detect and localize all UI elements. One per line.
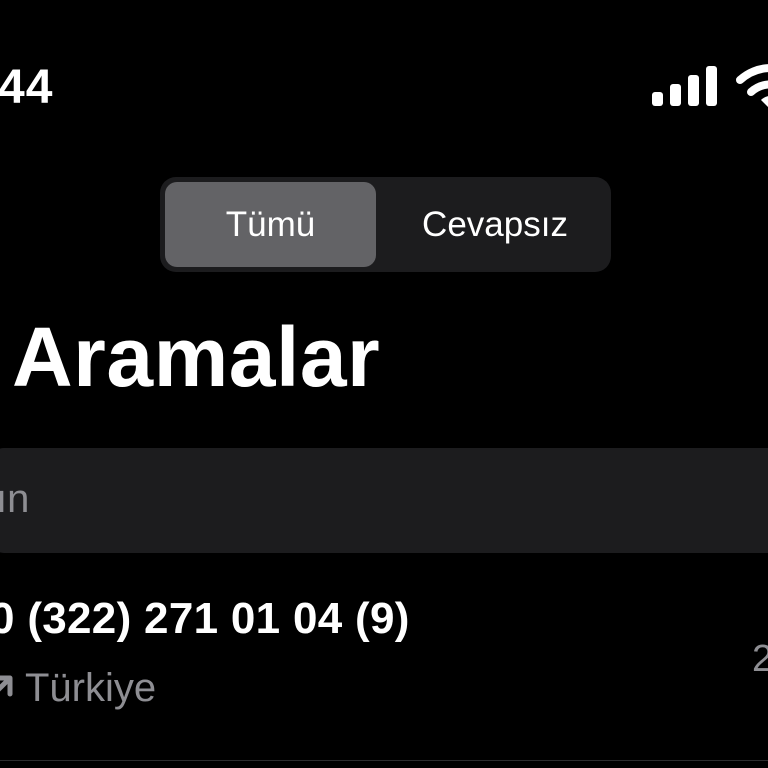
wifi-icon [736,64,768,107]
outgoing-call-icon [0,675,13,697]
status-bar-time: 44 [0,61,54,114]
call-row-location: Türkiye [25,666,157,710]
segment-missed[interactable]: Cevapsız [376,182,606,267]
search-placeholder: ın [0,477,30,521]
page-title: Aramalar [12,310,381,404]
call-number-prefix: 0 [0,594,15,643]
segment-all[interactable]: Tümü [165,182,376,267]
cellular-signal-icon [652,66,717,106]
phone-recents-screen: 44 Tümü Cevapsız Aramalar ın 0 (322) 271… [0,0,768,768]
call-row-date: 2 [752,638,768,680]
call-number-main: (322) 271 01 04 (9) [27,594,410,643]
calls-filter-segmented-control: Tümü Cevapsız [160,177,611,272]
search-field[interactable] [0,448,768,553]
row-divider [0,760,768,761]
call-row-number: 0 (322) 271 01 04 (9) [0,597,410,641]
